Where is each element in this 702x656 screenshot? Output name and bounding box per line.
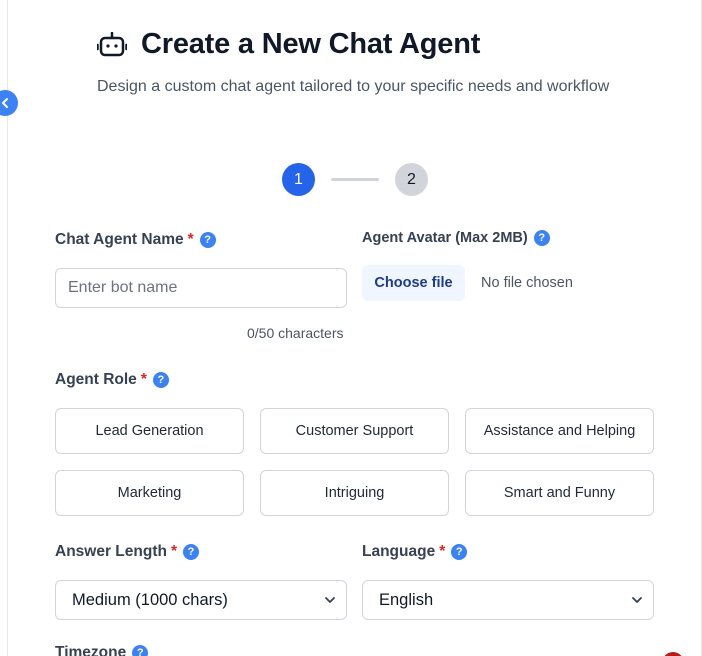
chat-launcher-button[interactable] bbox=[662, 652, 684, 656]
chevron-down-icon bbox=[632, 597, 642, 603]
answer-length-label-text: Answer Length bbox=[55, 543, 167, 560]
page-subtitle: Design a custom chat agent tailored to y… bbox=[97, 78, 610, 95]
question-circle-icon[interactable]: ? bbox=[533, 230, 550, 246]
role-option-smart-funny[interactable]: Smart and Funny bbox=[465, 470, 654, 516]
agent-name-label-text: Chat Agent Name bbox=[55, 231, 184, 248]
file-status: No file chosen bbox=[481, 275, 573, 291]
question-circle-icon[interactable]: ? bbox=[132, 645, 149, 656]
step-1[interactable]: 1 bbox=[282, 163, 315, 196]
role-option-marketing[interactable]: Marketing bbox=[55, 470, 244, 516]
role-option-assistance[interactable]: Assistance and Helping bbox=[465, 408, 654, 454]
avatar-label-text: Agent Avatar (Max 2MB) bbox=[362, 230, 528, 246]
char-counter: 0/50 characters bbox=[247, 325, 344, 341]
timezone-label-text: Timezone bbox=[55, 644, 127, 656]
avatar-label: Agent Avatar (Max 2MB) ? bbox=[362, 230, 550, 246]
page-header: Create a New Chat Agent bbox=[97, 28, 480, 61]
step-connector bbox=[331, 178, 379, 181]
language-value: English bbox=[379, 590, 434, 609]
answer-length-value: Medium (1000 chars) bbox=[72, 590, 228, 609]
required-marker: * bbox=[140, 371, 147, 388]
role-option-customer-support[interactable]: Customer Support bbox=[260, 408, 449, 454]
stepper: 1 2 bbox=[282, 163, 428, 196]
role-option-intriguing[interactable]: Intriguing bbox=[260, 470, 449, 516]
language-label: Language * ? bbox=[362, 543, 468, 561]
language-select[interactable]: English bbox=[362, 580, 654, 620]
question-circle-icon[interactable]: ? bbox=[183, 544, 199, 560]
agent-name-input[interactable] bbox=[55, 268, 347, 308]
chevron-left-icon bbox=[2, 98, 8, 108]
agent-name-label: Chat Agent Name * ? bbox=[55, 231, 216, 249]
robot-icon bbox=[97, 29, 129, 61]
required-marker: * bbox=[170, 543, 177, 560]
required-marker: * bbox=[439, 543, 446, 560]
question-circle-icon[interactable]: ? bbox=[451, 544, 468, 560]
agent-role-label: Agent Role * ? bbox=[55, 371, 169, 389]
answer-length-label: Answer Length * ? bbox=[55, 543, 199, 561]
sidebar-collapse-button[interactable] bbox=[0, 90, 18, 116]
choose-file-button[interactable]: Choose file bbox=[362, 265, 465, 301]
required-marker: * bbox=[187, 231, 194, 248]
chevron-down-icon bbox=[325, 597, 335, 603]
question-circle-icon[interactable]: ? bbox=[199, 232, 216, 248]
step-2[interactable]: 2 bbox=[395, 163, 428, 196]
language-label-text: Language bbox=[362, 543, 436, 560]
answer-length-select[interactable]: Medium (1000 chars) bbox=[55, 580, 347, 620]
role-option-lead-generation[interactable]: Lead Generation bbox=[55, 408, 244, 454]
question-circle-icon[interactable]: ? bbox=[152, 372, 169, 388]
timezone-label: Timezone ? bbox=[55, 644, 149, 656]
page-title: Create a New Chat Agent bbox=[141, 28, 481, 60]
agent-role-label-text: Agent Role bbox=[55, 371, 137, 388]
